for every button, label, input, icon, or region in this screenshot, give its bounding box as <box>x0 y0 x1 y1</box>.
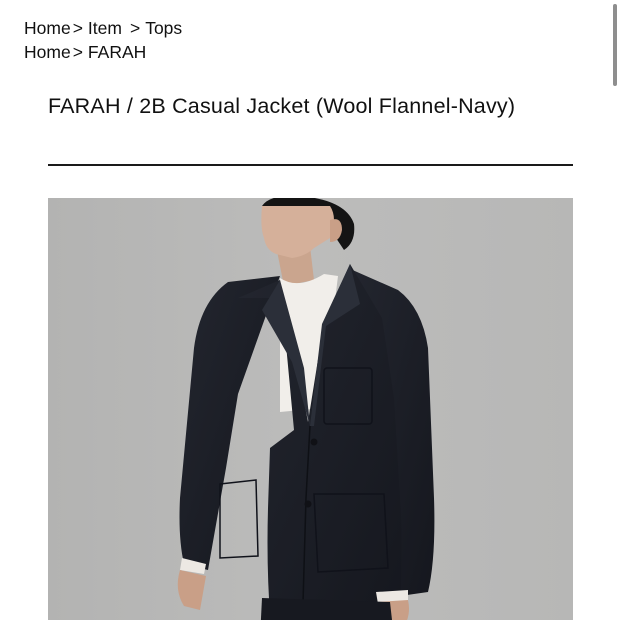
product-photo[interactable] <box>48 198 573 620</box>
breadcrumb-separator: > <box>129 18 141 38</box>
breadcrumb-brand: Home > FARAH <box>24 40 182 64</box>
breadcrumb-home-link[interactable]: Home <box>24 18 71 38</box>
breadcrumb-item-link[interactable]: Item <box>88 18 122 38</box>
product-page: Home > Item > Tops Home > FARAH FARAH / 2B Cas… <box>0 0 620 620</box>
breadcrumb-tops-link[interactable]: Tops <box>145 18 182 38</box>
page-scrollbar[interactable] <box>613 4 617 86</box>
product-title: FARAH / 2B Casual Jacket (Wool Flannel-N… <box>48 94 516 118</box>
breadcrumb-home-link[interactable]: Home <box>24 42 71 62</box>
breadcrumb-farah-link[interactable]: FARAH <box>88 42 146 62</box>
breadcrumb-separator: > <box>72 42 83 62</box>
breadcrumb: Home > Item > Tops Home > FARAH <box>24 16 182 64</box>
jacket-model-illustration <box>48 198 573 620</box>
title-divider <box>48 164 573 166</box>
breadcrumb-separator: > <box>72 18 83 38</box>
breadcrumb-category: Home > Item > Tops <box>24 16 182 40</box>
